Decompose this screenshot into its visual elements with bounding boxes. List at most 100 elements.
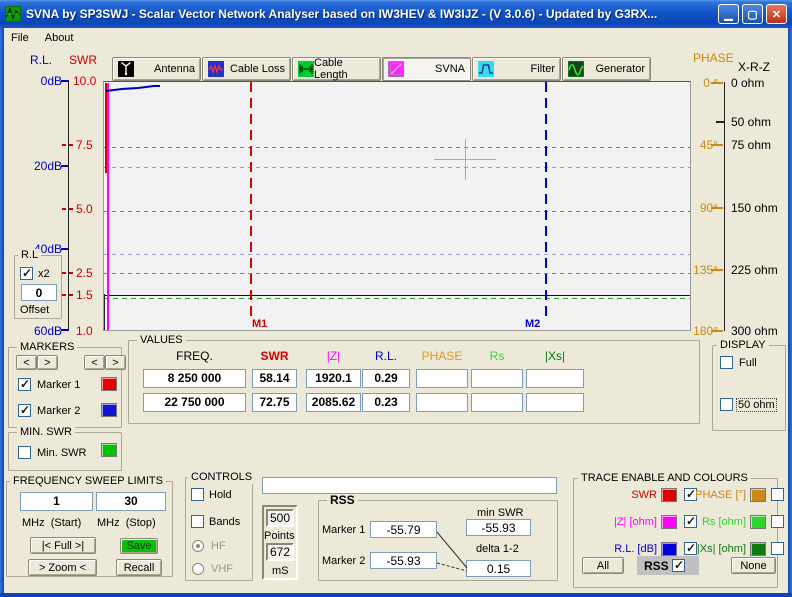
sweep-stop-label: MHz (Stop)	[97, 517, 156, 529]
trace-xs-checkbox[interactable]	[771, 542, 784, 555]
trace-z-swatch[interactable]	[661, 515, 677, 529]
rss-marker1-value[interactable]: -55.79	[370, 521, 437, 538]
marker2-checkbox[interactable]	[18, 404, 31, 417]
display-full-checkbox[interactable]	[720, 356, 733, 369]
right-axis-line	[724, 82, 725, 331]
menu-file[interactable]: File	[4, 30, 38, 46]
marker2-checkbox-label: Marker 2	[37, 405, 80, 417]
values-header-rl: R.L.	[362, 349, 410, 363]
marker2-next-button[interactable]: >	[105, 355, 126, 370]
trace-swr-label: SWR	[597, 489, 657, 501]
marker2-prev-button[interactable]: <	[84, 355, 105, 370]
marker1-swr-value[interactable]: 58.14	[252, 369, 297, 388]
marker2-swr-value[interactable]: 72.75	[252, 393, 297, 412]
trace-phase-checkbox[interactable]	[771, 488, 784, 501]
marker2-phase-value[interactable]	[416, 393, 468, 412]
min-swr-color-swatch[interactable]	[101, 443, 117, 457]
rss-marker2-value[interactable]: -55.93	[370, 552, 437, 569]
minimize-button[interactable]: ▁	[718, 4, 739, 24]
rl-tick-0db: 0dB	[41, 74, 62, 88]
toolbar-button-generator[interactable]: Generator	[562, 57, 651, 81]
full-span-button[interactable]: |< Full >|	[30, 537, 96, 554]
values-panel-title: VALUES	[137, 334, 186, 347]
values-header-phase: PHASE	[416, 349, 468, 363]
swr-tick-7-5: 7.5	[76, 138, 93, 152]
sweep-start-input[interactable]: 1	[20, 492, 93, 511]
rss-delta-value[interactable]: 0.15	[466, 560, 531, 577]
recall-button[interactable]: Recall	[116, 559, 162, 576]
rl-tickmark	[61, 248, 68, 250]
display-50ohm-checkbox[interactable]	[720, 398, 733, 411]
toolbar-button-antenna[interactable]: Antenna	[112, 57, 201, 81]
vhf-radio[interactable]	[192, 563, 204, 575]
marker1-checkbox[interactable]	[18, 378, 31, 391]
toolbar-button-cable-loss[interactable]: Cable Loss	[202, 57, 291, 81]
marker2-rl-value[interactable]: 0.23	[362, 393, 410, 412]
trace-none-button[interactable]: None	[731, 557, 776, 574]
marker1-next-button[interactable]: >	[37, 355, 58, 370]
marker2-freq-value[interactable]: 22 750 000	[143, 393, 246, 412]
x2-checkbox[interactable]	[20, 267, 33, 280]
zoom-button[interactable]: > Zoom <	[28, 559, 97, 576]
marker1-xs-value[interactable]	[526, 369, 584, 388]
rl-tickmark	[61, 329, 68, 331]
vhf-label: VHF	[211, 563, 233, 575]
ohm-tickmark-50	[716, 121, 725, 123]
chart-plot-area[interactable]: M1 M2	[103, 81, 691, 331]
trace-rs-swatch[interactable]	[750, 515, 766, 529]
marker1-rs-value[interactable]	[471, 369, 523, 388]
sweep-stop-input[interactable]: 30	[96, 492, 166, 511]
rss-delta-label: delta 1-2	[476, 543, 519, 555]
rss-min-swr-value[interactable]: -55.93	[466, 519, 531, 536]
marker1-rl-value[interactable]: 0.29	[362, 369, 410, 388]
rl-tickmark	[61, 80, 68, 82]
marker2-xs-value[interactable]	[526, 393, 584, 412]
values-header-rs: Rs	[471, 349, 523, 363]
save-button[interactable]: Save	[120, 538, 158, 554]
menu-about[interactable]: About	[38, 30, 83, 46]
trace-xs-swatch[interactable]	[750, 542, 766, 556]
rl-tickmark	[61, 165, 68, 167]
hold-checkbox[interactable]	[191, 488, 204, 501]
generator-icon	[568, 61, 584, 77]
trace-rs-checkbox[interactable]	[771, 515, 784, 528]
marker1-freq-value[interactable]: 8 250 000	[143, 369, 246, 388]
marker2-rs-value[interactable]	[471, 393, 523, 412]
ohm-tick-150: 150 ohm	[731, 201, 778, 215]
toolbar-button-cable-length[interactable]: Cable Length	[292, 57, 381, 81]
marker1-phase-value[interactable]	[416, 369, 468, 388]
maximize-button[interactable]: ▢	[742, 4, 763, 24]
left-axis-rl-header: R.L.	[30, 53, 52, 67]
trace-rl-swatch[interactable]	[661, 542, 677, 556]
swr-tickmark	[62, 272, 74, 274]
x2-label: x2	[38, 268, 50, 280]
toolbar-button-filter[interactable]: Filter	[472, 57, 561, 81]
trace-swr-swatch[interactable]	[661, 488, 677, 502]
bands-checkbox[interactable]	[191, 515, 204, 528]
rss-marker2-label: Marker 2	[322, 555, 365, 567]
window-frame-bottom	[0, 593, 792, 597]
values-header-z: |Z|	[306, 349, 361, 363]
trace-rss-checkbox[interactable]	[672, 559, 685, 572]
marker1-z-value[interactable]: 1920.1	[306, 369, 361, 388]
marker2-color-swatch[interactable]	[101, 403, 117, 417]
points-label: Points	[264, 530, 295, 542]
close-button[interactable]: ✕	[766, 4, 787, 24]
hf-radio[interactable]	[192, 540, 204, 552]
sweep-start-label: MHz (Start)	[22, 517, 81, 529]
trace-phase-swatch[interactable]	[750, 488, 766, 502]
toolbar-button-svna[interactable]: SVNA	[382, 57, 471, 81]
toolbar-label-generator: Generator	[595, 63, 645, 75]
rl-tick-60db: 60dB	[34, 324, 62, 338]
cable-length-icon	[298, 61, 314, 77]
trace-all-button[interactable]: All	[582, 557, 624, 574]
ms-value: 672	[266, 543, 294, 561]
marker2-z-value[interactable]: 2085.62	[306, 393, 361, 412]
min-swr-checkbox[interactable]	[18, 446, 31, 459]
offset-input[interactable]: 0	[21, 284, 57, 301]
message-field[interactable]	[262, 477, 557, 494]
left-axis-swr-header: SWR	[69, 53, 97, 67]
phase-tickmark	[711, 269, 723, 271]
marker1-prev-button[interactable]: <	[16, 355, 37, 370]
marker1-color-swatch[interactable]	[101, 377, 117, 391]
